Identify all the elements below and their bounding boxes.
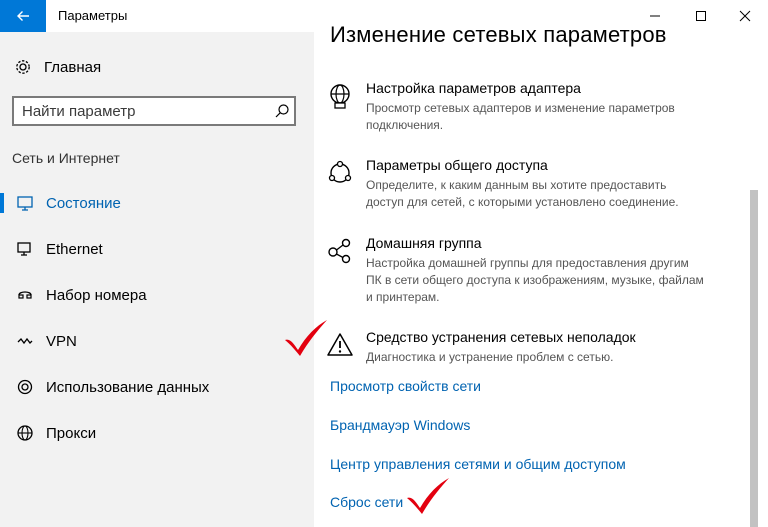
sidebar-item-label: Прокси <box>46 424 97 442</box>
option-description: Определите, к каким данным вы хотите пре… <box>366 178 679 209</box>
option-description: Настройка домашней группы для предоставл… <box>366 256 704 304</box>
search-input[interactable] <box>22 102 262 120</box>
home-link[interactable]: Главная <box>14 58 101 76</box>
option-title: Средство устранения сетевых неполадок <box>366 329 636 345</box>
window-title: Параметры <box>58 8 128 23</box>
scrollbar[interactable] <box>750 190 758 527</box>
back-arrow-icon <box>17 11 29 21</box>
warning-icon <box>327 333 353 356</box>
back-button[interactable] <box>0 0 46 32</box>
home-label: Главная <box>44 58 102 76</box>
sidebar-item-label: Ethernet <box>46 240 103 258</box>
status-icon <box>16 194 34 212</box>
globe-icon <box>16 424 34 442</box>
adapter-icon <box>330 84 350 109</box>
sharing-icon <box>328 160 352 183</box>
section-title: Сеть и Интернет <box>12 150 120 166</box>
sidebar-item-data-usage[interactable]: Использование данных <box>0 364 314 410</box>
homegroup-icon <box>328 238 351 264</box>
option-description: Просмотр сетевых адаптеров и изменение п… <box>366 101 675 132</box>
link-network-sharing-center[interactable]: Центр управления сетями и общим доступом <box>330 456 626 472</box>
sidebar-item-proxy[interactable]: Прокси <box>0 410 314 456</box>
data-usage-icon <box>16 378 34 396</box>
option-description: Диагностика и устранение проблем с сетью… <box>366 350 614 364</box>
sidebar: Главная Сеть и Интернет Состояние Ethern… <box>0 32 314 527</box>
dialup-icon <box>16 286 34 304</box>
gear-icon <box>16 60 30 74</box>
ethernet-icon <box>16 240 34 258</box>
link-windows-firewall[interactable]: Брандмауэр Windows <box>330 417 470 433</box>
page-title: Изменение сетевых параметров <box>330 22 667 47</box>
sidebar-item-ethernet[interactable]: Ethernet <box>0 226 314 272</box>
sidebar-nav: Состояние Ethernet Набор номера VPN Испо… <box>0 180 314 456</box>
search-icon <box>275 104 289 118</box>
sidebar-item-label: Состояние <box>46 194 121 212</box>
vpn-icon <box>16 332 34 350</box>
link-network-reset[interactable]: Сброс сети <box>330 494 403 510</box>
sidebar-item-dialup[interactable]: Набор номера <box>0 272 314 318</box>
search-box[interactable] <box>12 96 296 126</box>
sidebar-item-label: VPN <box>46 332 77 350</box>
main-pane: Изменение сетевых параметров Настройка п… <box>314 0 768 527</box>
option-title: Параметры общего доступа <box>366 157 548 173</box>
sidebar-item-vpn[interactable]: VPN <box>0 318 314 364</box>
sidebar-item-label: Использование данных <box>46 378 210 396</box>
link-network-properties[interactable]: Просмотр свойств сети <box>330 378 481 394</box>
sidebar-item-label: Набор номера <box>46 286 147 304</box>
option-title: Домашняя группа <box>366 235 482 251</box>
sidebar-item-status[interactable]: Состояние <box>0 180 314 226</box>
option-title: Настройка параметров адаптера <box>366 80 581 96</box>
red-checkmark-icon <box>407 478 449 514</box>
